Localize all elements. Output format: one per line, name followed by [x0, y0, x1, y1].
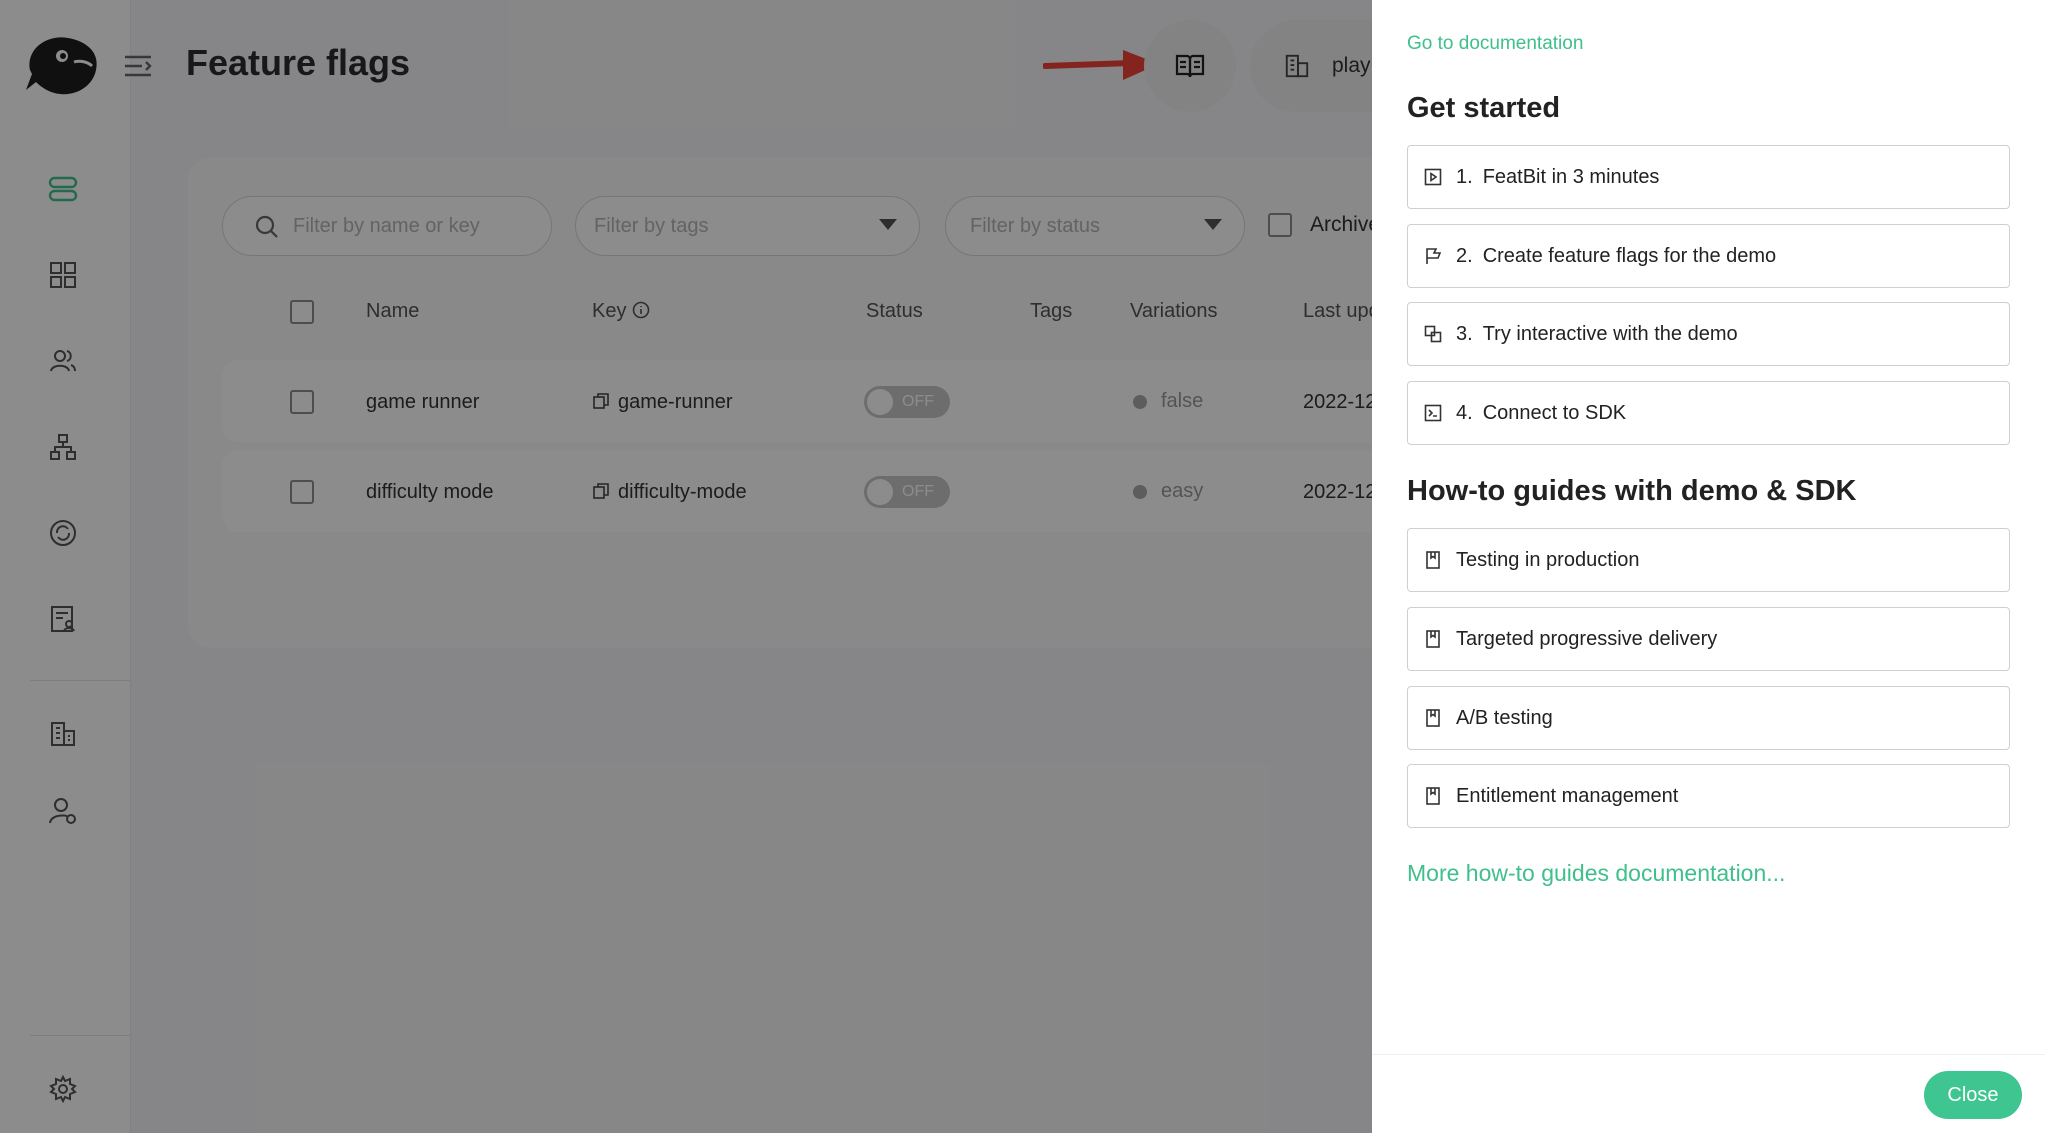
play-square-icon	[1422, 166, 1444, 188]
interaction-icon	[1422, 323, 1444, 345]
guide-label: Entitlement management	[1456, 784, 1679, 807]
book-icon	[1422, 785, 1444, 807]
modal-mask[interactable]	[0, 0, 1372, 1133]
docs-drawer: Go to documentation Get started 1. FeatB…	[1372, 0, 2045, 1133]
guide-number: 1.	[1456, 165, 1473, 188]
close-button[interactable]: Close	[1924, 1071, 2022, 1119]
guide-label: Targeted progressive delivery	[1456, 627, 1718, 650]
guide-targeted-progressive-delivery[interactable]: Targeted progressive delivery	[1407, 607, 2010, 671]
guide-label: Create feature flags for the demo	[1482, 244, 1777, 267]
flag-icon	[1422, 245, 1444, 267]
guide-connect-sdk[interactable]: 4. Connect to SDK	[1407, 381, 2010, 445]
guide-label: Connect to SDK	[1482, 401, 1627, 424]
guide-number: 2.	[1456, 244, 1473, 267]
guide-featbit-3-minutes[interactable]: 1. FeatBit in 3 minutes	[1407, 145, 2010, 209]
guide-create-feature-flags[interactable]: 2. Create feature flags for the demo	[1407, 224, 2010, 288]
get-started-title: Get started	[1407, 92, 1561, 124]
guide-ab-testing[interactable]: A/B testing	[1407, 686, 2010, 750]
book-icon	[1422, 707, 1444, 729]
go-to-documentation-link[interactable]: Go to documentation	[1407, 33, 1583, 55]
guide-try-interactive[interactable]: 3. Try interactive with the demo	[1407, 302, 2010, 366]
guide-number: 3.	[1456, 322, 1473, 345]
guide-label: FeatBit in 3 minutes	[1482, 165, 1660, 188]
book-icon	[1422, 628, 1444, 650]
guide-label: Try interactive with the demo	[1482, 322, 1738, 345]
code-icon	[1422, 402, 1444, 424]
more-guides-link[interactable]: More how-to guides documentation...	[1407, 860, 1785, 887]
book-icon	[1422, 549, 1444, 571]
guide-entitlement-management[interactable]: Entitlement management	[1407, 764, 2010, 828]
drawer-footer-divider	[1372, 1054, 2045, 1055]
guide-label: A/B testing	[1456, 706, 1553, 729]
guide-testing-in-production[interactable]: Testing in production	[1407, 528, 2010, 592]
guide-label: Testing in production	[1456, 548, 1640, 571]
guide-number: 4.	[1456, 401, 1473, 424]
howto-title: How-to guides with demo & SDK	[1407, 475, 1857, 507]
